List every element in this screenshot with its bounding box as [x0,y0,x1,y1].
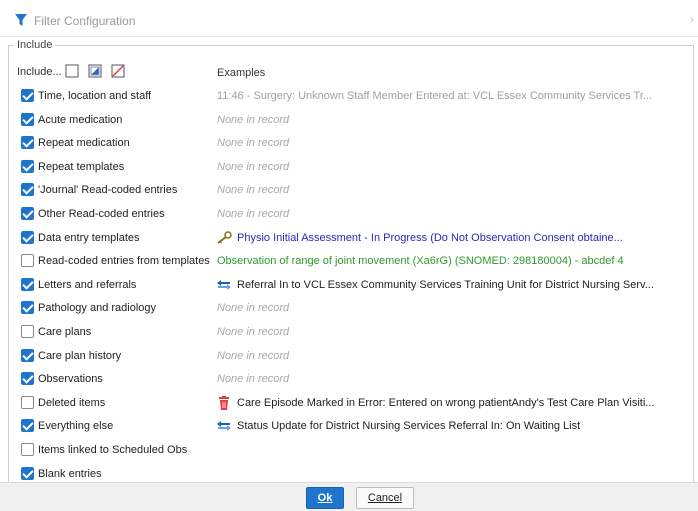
select-all-icon[interactable] [87,63,103,79]
filter-checkbox[interactable] [21,183,34,197]
dialog-footer: Ok Cancel [0,482,698,511]
filter-label[interactable]: Pathology and radiology [38,302,156,314]
examples-header: Examples [217,67,266,79]
example-cell: None in record [211,109,692,130]
filter-row: Everything else Status Update for Distric… [0,415,698,437]
arrows-icon [217,279,231,290]
filter-label[interactable]: Care plan history [38,350,121,362]
example-cell: Care Episode Marked in Error: Entered on… [211,392,692,413]
example-text: Care Episode Marked in Error: Entered on… [237,396,655,409]
filter-row: Deleted items Care Episode Marked in Erro… [0,392,698,414]
key-icon [217,230,232,244]
filter-row: Letters and referrals Referral In to VCL … [0,274,698,296]
ok-button[interactable]: Ok [306,487,344,509]
filter-label[interactable]: Items linked to Scheduled Obs [38,444,187,456]
filter-label[interactable]: Repeat medication [38,137,130,149]
filter-label[interactable]: Care plans [38,326,91,338]
filter-checkbox[interactable] [21,443,34,456]
filter-row: Care plan history None in record [0,345,698,367]
filter-checkbox[interactable] [21,301,34,315]
cancel-button[interactable]: Cancel [356,487,414,509]
example-text: Referral In to VCL Essex Community Servi… [237,278,654,291]
example-text: None in record [217,137,290,150]
example-cell: None in record [211,156,692,177]
filter-row: Care plans None in record [0,321,698,343]
filter-checkbox[interactable] [21,348,34,362]
clear-all-icon[interactable] [110,63,126,79]
example-text: None in record [217,302,290,315]
filter-checkbox[interactable] [21,89,34,102]
filter-checkbox[interactable] [21,112,34,126]
example-cell: Observation of range of joint movement (… [211,251,692,272]
example-text: Observation of range of joint movement (… [217,255,624,268]
filter-row: Time, location and staff 11:46 - Surgery:… [0,85,698,107]
filter-row: Data entry templates Physio Initial Asses… [0,227,698,249]
example-text: None in record [217,113,290,126]
filter-label[interactable]: Read-coded entries from templates [38,255,210,267]
filter-checkbox[interactable] [21,159,34,173]
filter-label[interactable]: Time, location and staff [38,90,151,102]
include-menu-label: Include... [17,66,62,78]
filter-checkbox[interactable] [21,466,34,480]
filter-checkbox[interactable] [21,230,34,244]
example-cell: None in record [211,345,692,366]
filter-label[interactable]: Other Read-coded entries [38,208,165,220]
arrows-icon [217,421,231,432]
example-cell: Status Update for District Nursing Servi… [211,416,692,437]
funnel-icon [15,14,27,26]
example-cell: None in record [211,298,692,319]
filter-label[interactable]: Repeat templates [38,161,124,173]
example-text: None in record [217,349,290,362]
filter-label[interactable]: Letters and referrals [38,279,136,291]
filter-checkbox[interactable] [21,254,34,268]
example-text: Physio Initial Assessment - In Progress … [237,231,623,244]
filter-checkbox[interactable] [21,419,34,433]
example-cell: Physio Initial Assessment - In Progress … [211,227,692,248]
example-text: None in record [217,184,290,197]
filter-label[interactable]: Blank entries [38,468,102,480]
filter-row: Items linked to Scheduled Obs [0,439,698,461]
trash-icon [219,395,229,410]
example-text: None in record [217,326,290,338]
filter-row: Observations None in record [0,368,698,390]
example-cell: 11:46 - Surgery: Unknown Staff Member En… [211,86,692,106]
title-bar: Filter Configuration › [0,0,698,37]
example-cell: None in record [211,322,692,342]
filter-checkbox[interactable] [21,395,34,409]
filter-checkbox[interactable] [21,136,34,150]
filter-checkbox[interactable] [21,372,34,386]
filter-checkbox[interactable] [21,207,34,220]
include-group-label: Include [14,39,56,51]
filter-row: Repeat medication None in record [0,132,698,154]
filter-label[interactable]: Everything else [38,420,113,432]
filter-checkbox[interactable] [21,277,34,291]
example-text: None in record [217,373,290,386]
example-cell: None in record [211,369,692,390]
filter-row: 'Journal' Read-coded entries None in reco… [0,179,698,201]
filter-row: Acute medication None in record [0,109,698,131]
example-cell: None in record [211,204,692,224]
chevron-right-icon[interactable]: › [690,12,694,26]
filter-row: Repeat templates None in record [0,156,698,178]
window-title: Filter Configuration [34,14,136,28]
example-cell: Referral In to VCL Essex Community Servi… [211,274,692,295]
filter-checkbox[interactable] [21,325,34,338]
example-text: None in record [217,208,290,220]
example-text: None in record [217,160,290,173]
example-text: Status Update for District Nursing Servi… [237,420,581,433]
filter-label[interactable]: Deleted items [38,397,105,409]
example-cell: None in record [211,133,692,154]
filter-label[interactable]: 'Journal' Read-coded entries [38,184,177,196]
example-cell: None in record [211,180,692,201]
select-none-icon[interactable] [64,63,80,79]
filter-label[interactable]: Acute medication [38,114,122,126]
filter-label[interactable]: Data entry templates [38,232,140,244]
example-text: 11:46 - Surgery: Unknown Staff Member En… [217,90,653,102]
filter-row: Read-coded entries from templates Observa… [0,250,698,272]
filter-label[interactable]: Observations [38,373,103,385]
filter-row: Other Read-coded entries None in record [0,203,698,225]
filter-row: Pathology and radiology None in record [0,297,698,319]
